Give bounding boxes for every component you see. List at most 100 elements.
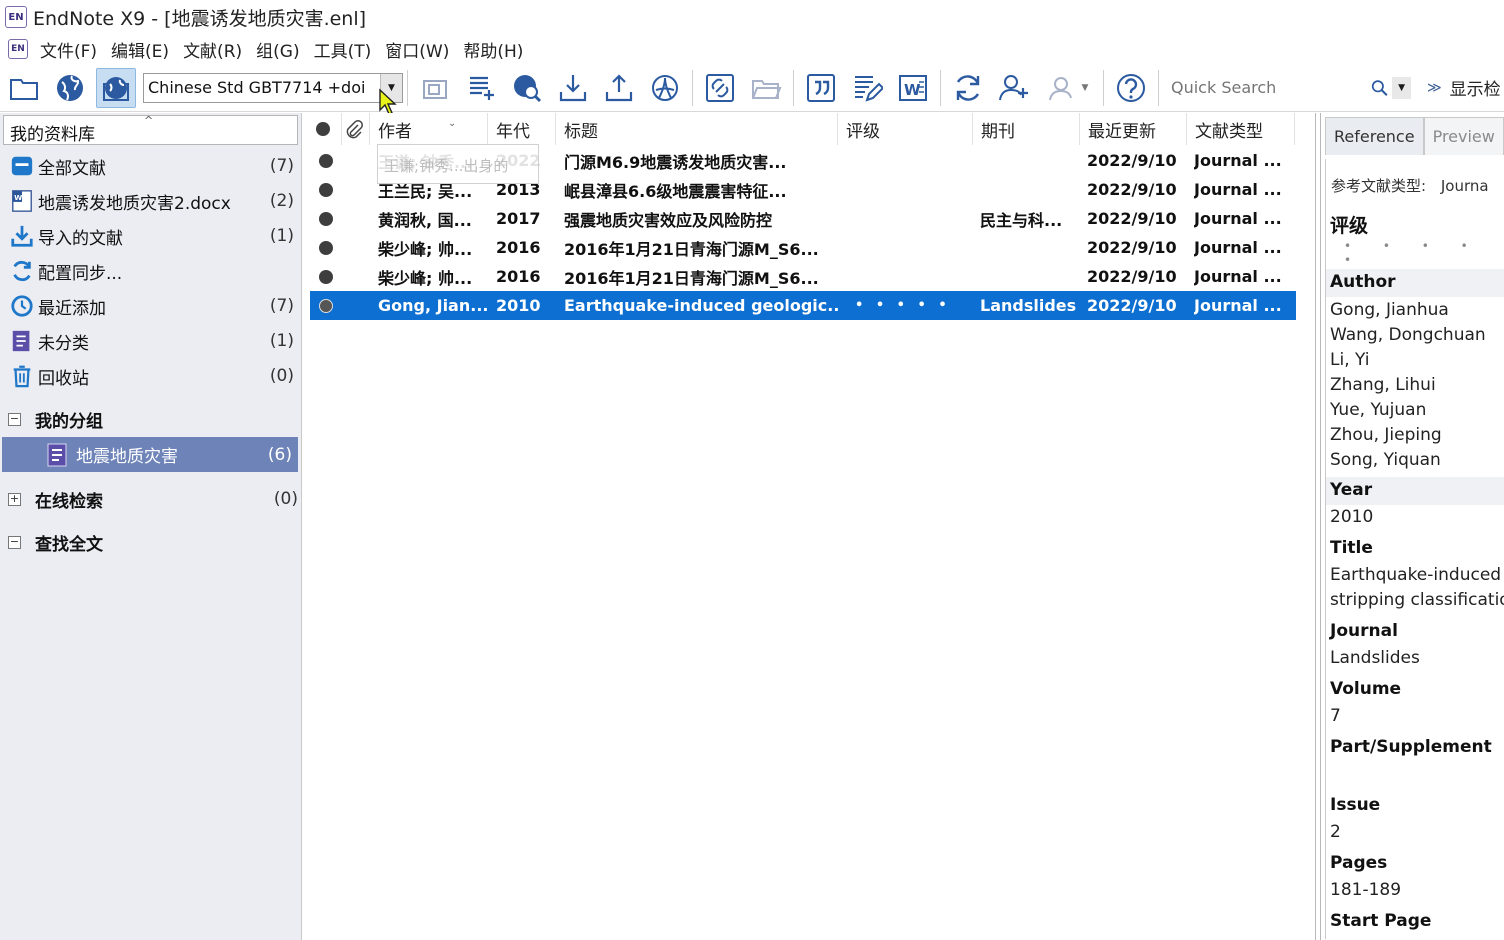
column-journal[interactable]: 期刊	[973, 113, 1080, 145]
cell-rating	[855, 175, 973, 204]
column-title[interactable]: 标题	[556, 113, 838, 145]
issue-field[interactable]: 2	[1330, 822, 1341, 842]
pages-field[interactable]: 181-189	[1330, 880, 1401, 900]
read-status-icon	[319, 241, 333, 255]
journal-field[interactable]: Landslides	[1330, 648, 1420, 668]
import-icon	[559, 74, 587, 101]
table-row[interactable]: 柴少峰; 帅... 2016 2016年1月21日青海门源M_S6... 2022/9…	[310, 262, 1296, 291]
import-button[interactable]	[553, 68, 593, 108]
document-logo-icon[interactable]: EN	[8, 39, 28, 59]
rating-stars[interactable]: • • • • •	[1344, 239, 1504, 267]
author-field-2[interactable]: Wang, Dongchuan	[1330, 325, 1486, 345]
author-field-1[interactable]: Gong, Jianhua	[1330, 300, 1449, 320]
menu-window[interactable]: 窗口(W)	[379, 37, 457, 62]
sync-button[interactable]	[948, 68, 988, 108]
toolbar: Chinese Std GBT7714 +doi ▼ W ▼ Quick Sea…	[0, 64, 1504, 115]
sync-icon	[13, 260, 31, 282]
title-field-line-2[interactable]: stripping classification	[1330, 590, 1504, 610]
globe-search-icon	[514, 74, 542, 102]
tab-reference[interactable]: Reference	[1325, 117, 1424, 155]
issue-label: Issue	[1330, 795, 1381, 815]
menu-groups[interactable]: 组(G)	[250, 37, 307, 62]
return-to-word-button[interactable]: W	[893, 68, 933, 108]
expand-icon[interactable]: +	[8, 492, 21, 506]
integrated-library-mode-button[interactable]	[96, 67, 136, 108]
author-field-5[interactable]: Yue, Yujuan	[1330, 400, 1426, 420]
group-cited-document[interactable]: W 地震诱发地质灾害2.docx (2)	[4, 184, 298, 218]
table-row[interactable]: Gong, Jian... 2010 Earthquake-induced geol…	[310, 291, 1296, 320]
read-status-icon	[319, 270, 333, 284]
volume-field[interactable]: 7	[1330, 706, 1341, 726]
export-icon	[605, 73, 633, 101]
find-full-text-button[interactable]	[645, 68, 685, 108]
group-imported-references[interactable]: 导入的文献 (1)	[4, 219, 298, 253]
menu-tools[interactable]: 工具(T)	[308, 37, 380, 62]
journal-label: Journal	[1330, 621, 1398, 641]
cell-title: 2016年1月21日青海门源M_S6...	[564, 268, 819, 288]
export-button[interactable]	[599, 68, 639, 108]
group-earthquake-geohazards[interactable]: 地震地质灾害 (6)	[2, 437, 298, 472]
author-field-6[interactable]: Zhou, Jieping	[1330, 425, 1442, 445]
collapse-icon[interactable]: −	[8, 535, 21, 549]
title-field-line-1[interactable]: Earthquake-induced g	[1330, 565, 1504, 585]
column-last-updated[interactable]: 最近更新	[1080, 113, 1187, 145]
library-header[interactable]: 我的资料库 ^	[3, 114, 298, 145]
show-search-panel-button[interactable]: ≫ 显示检	[1427, 75, 1501, 101]
column-journal-label: 期刊	[981, 121, 1015, 142]
group-trash[interactable]: 回收站 (0)	[4, 359, 298, 393]
find-full-text-label: 查找全文	[35, 534, 103, 555]
menu-file[interactable]: 文件(F)	[34, 37, 105, 62]
share-library-button[interactable]	[994, 68, 1034, 108]
online-search-button[interactable]	[507, 68, 547, 108]
menu-edit[interactable]: 编辑(E)	[105, 37, 177, 62]
group-all-references[interactable]: 全部文献 (7)	[4, 149, 298, 183]
column-rating[interactable]: 评级	[838, 113, 973, 145]
collapse-icon[interactable]: −	[8, 412, 21, 426]
column-read-status[interactable]	[306, 113, 342, 145]
open-link-button[interactable]	[700, 68, 740, 108]
online-search-mode-button[interactable]	[50, 68, 90, 108]
new-reference-button[interactable]	[461, 68, 501, 108]
author-field-7[interactable]: Song, Yiquan	[1330, 450, 1441, 470]
search-icon[interactable]	[1371, 78, 1388, 98]
local-library-mode-button[interactable]	[4, 68, 44, 108]
cell-type: Journal ...	[1194, 180, 1282, 199]
help-button[interactable]	[1111, 68, 1151, 108]
table-row[interactable]: 柴少峰; 帅... 2016 2016年1月21日青海门源M_S6... 2022/9…	[310, 233, 1296, 262]
chevron-down-icon: ▼	[1081, 82, 1089, 93]
cell-title: 门源M6.9地震诱发地质灾害...	[564, 152, 787, 172]
cell-journal: 民主与科...	[980, 210, 1063, 230]
group-configure-sync[interactable]: 配置同步...	[4, 254, 298, 288]
find-full-text-header[interactable]: − 查找全文	[8, 527, 298, 557]
table-row[interactable]: 黄润秋, 国... 2017 强震地质灾害效应及风险防控 民主与科... 2022/9/…	[310, 204, 1296, 233]
reference-type-row[interactable]: 参考文献类型: Journa	[1331, 175, 1489, 196]
online-search-header[interactable]: + 在线检索 (0)	[8, 484, 298, 514]
format-bibliography-button[interactable]	[847, 68, 887, 108]
share-options-button[interactable]: ▼	[1040, 68, 1096, 108]
open-file-button[interactable]	[746, 68, 786, 108]
column-attachment[interactable]	[342, 113, 370, 145]
menu-references[interactable]: 文献(R)	[177, 37, 250, 62]
tab-preview[interactable]: Preview	[1423, 117, 1504, 155]
endnote-logo-icon: EN	[5, 6, 27, 28]
read-status-icon	[319, 212, 333, 226]
column-year[interactable]: 年代	[488, 113, 556, 145]
group-recently-added[interactable]: 最近添加 (7)	[4, 289, 298, 323]
menu-help[interactable]: 帮助(H)	[457, 37, 531, 62]
quick-search-input[interactable]	[1171, 73, 1371, 102]
search-options-dropdown[interactable]: ▼	[1392, 76, 1411, 99]
author-field-4[interactable]: Zhang, Lihui	[1330, 375, 1436, 395]
group-count: (2)	[269, 191, 294, 211]
my-groups-header[interactable]: − 我的分组	[8, 404, 298, 434]
read-status-icon	[319, 183, 333, 197]
group-unfiled[interactable]: 未分类 (1)	[4, 324, 298, 358]
column-author[interactable]: 作者 ⌄	[370, 113, 488, 145]
output-style-select[interactable]: Chinese Std GBT7714 +doi ▼	[143, 72, 403, 115]
copy-to-library-button[interactable]	[415, 68, 455, 108]
year-field[interactable]: 2010	[1330, 507, 1373, 527]
column-reference-type[interactable]: 文献类型	[1187, 113, 1295, 145]
sort-caret-icon: ^	[144, 114, 154, 127]
insert-citation-button[interactable]	[801, 68, 841, 108]
group-count: (7)	[269, 296, 294, 316]
author-field-3[interactable]: Li, Yi	[1330, 350, 1370, 370]
